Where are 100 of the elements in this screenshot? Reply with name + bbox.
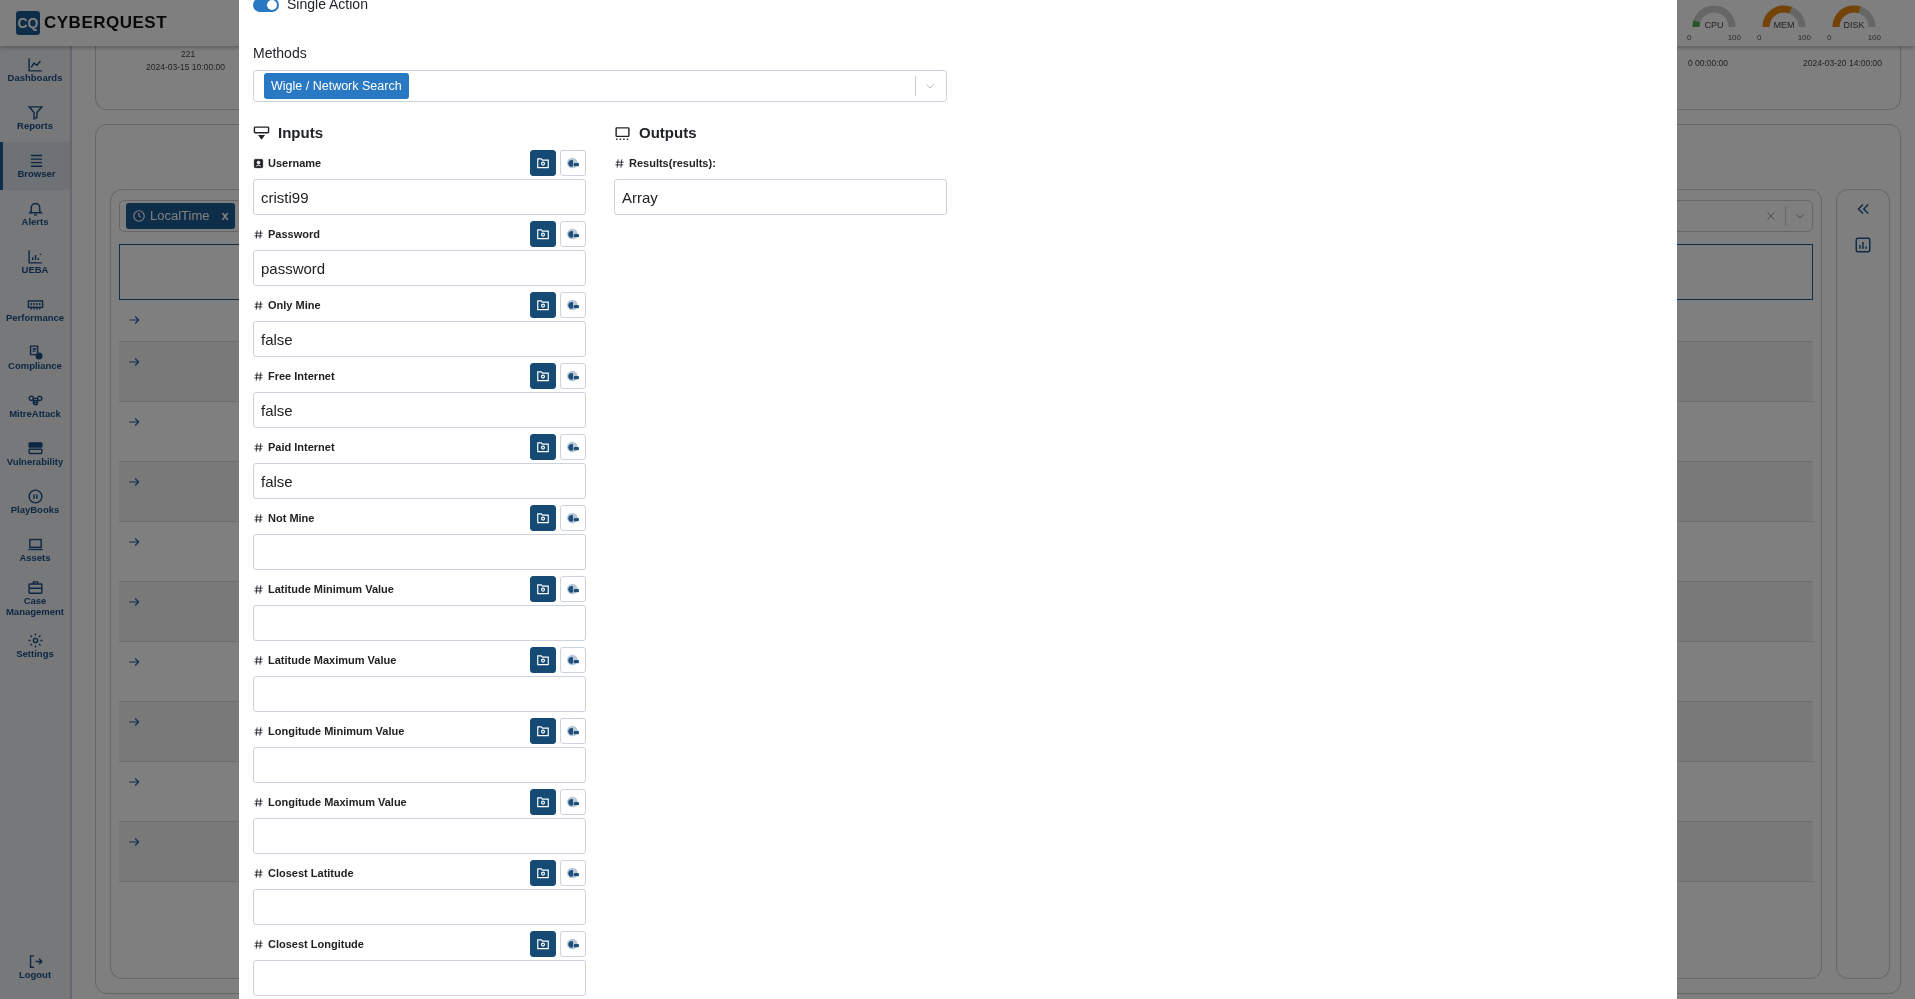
sidebar-item[interactable]: PlayBooks [0, 478, 70, 526]
hash-icon [253, 228, 264, 240]
input-field[interactable] [253, 889, 586, 925]
input-field[interactable] [253, 605, 586, 641]
sidebar-item[interactable]: Case Management [0, 574, 70, 622]
folder-gear-icon [536, 227, 550, 241]
folder-button[interactable] [530, 221, 556, 247]
list-icon [28, 152, 45, 170]
folder-gear-icon [536, 866, 550, 880]
field-label: Latitude Minimum Value [268, 581, 394, 597]
gauge-min: 0 [1687, 31, 1692, 44]
folder-button[interactable] [530, 718, 556, 744]
arrow-right-icon[interactable] [127, 415, 141, 429]
arrow-right-icon[interactable] [127, 655, 141, 669]
field-label: Longitude Minimum Value [268, 723, 405, 739]
chart-button[interactable] [560, 860, 586, 886]
arrow-right-icon[interactable] [127, 535, 141, 549]
hash-icon [614, 157, 625, 169]
arrow-right-icon[interactable] [127, 313, 141, 327]
folder-button[interactable] [530, 789, 556, 815]
arrow-right-icon[interactable] [127, 835, 141, 849]
sidebar-item[interactable]: Performance [0, 286, 70, 334]
hash-icon [253, 867, 264, 879]
arrow-right-icon[interactable] [127, 715, 141, 729]
chart-button[interactable] [560, 292, 586, 318]
section-title: Outputs [639, 122, 697, 143]
monitor-icon [614, 124, 631, 142]
field-label: Closest Latitude [268, 865, 354, 881]
input-field[interactable] [253, 676, 586, 712]
clear-icon [1765, 210, 1777, 222]
sidebar-item[interactable]: Vulnerability [0, 430, 70, 478]
field-label: Longitude Maximum Value [268, 794, 407, 810]
field-label: Free Internet [268, 368, 335, 384]
input-field[interactable]: cristi99 [253, 179, 586, 215]
sidebar-item[interactable]: Browser [0, 142, 70, 190]
sidebar-item[interactable]: Settings [0, 622, 70, 670]
arrow-right-icon[interactable] [127, 355, 141, 369]
remove-tag-button[interactable]: x [221, 206, 229, 226]
keyboard-icon [253, 124, 270, 142]
methods-label: Methods [253, 44, 307, 63]
folder-gear-icon [536, 511, 550, 525]
sidebar-item[interactable]: Assets [0, 526, 70, 574]
logout-item[interactable]: Logout [0, 943, 70, 991]
input-field[interactable]: password [253, 250, 586, 286]
input-field[interactable] [253, 818, 586, 854]
pie-chart-icon [565, 439, 581, 455]
section-title: Inputs [278, 122, 323, 143]
arrow-right-icon[interactable] [127, 775, 141, 789]
chart-button[interactable] [560, 789, 586, 815]
folder-gear-icon [536, 937, 550, 951]
folder-button[interactable] [530, 505, 556, 531]
toggle-switch[interactable] [253, 0, 279, 12]
sidebar-item[interactable]: Compliance [0, 334, 70, 382]
input-field[interactable]: false [253, 392, 586, 428]
folder-gear-icon [536, 582, 550, 596]
hash-icon [253, 938, 264, 950]
logo-mark: CQ [16, 11, 40, 35]
sidebar-item[interactable]: MitreAttack [0, 382, 70, 430]
sidebar-item[interactable]: Reports [0, 94, 70, 142]
folder-button[interactable] [530, 434, 556, 460]
bell-icon [26, 200, 44, 218]
folder-button[interactable] [530, 576, 556, 602]
chart-button[interactable] [560, 576, 586, 602]
sidebar-item[interactable]: UEBA [0, 238, 70, 286]
folder-button[interactable] [530, 647, 556, 673]
arrow-right-icon[interactable] [127, 595, 141, 609]
chart-button[interactable] [560, 221, 586, 247]
input-field[interactable] [253, 747, 586, 783]
pie-chart-icon [565, 297, 581, 313]
input-field[interactable] [253, 534, 586, 570]
folder-button[interactable] [530, 150, 556, 176]
filter-tag[interactable]: LocalTime x [126, 203, 235, 229]
field-label: Paid Internet [268, 439, 335, 455]
arrow-right-icon[interactable] [127, 475, 141, 489]
sidebar-item[interactable]: Dashboards [0, 46, 70, 94]
input-field[interactable]: false [253, 463, 586, 499]
pie-chart-icon [565, 510, 581, 526]
folder-button[interactable] [530, 292, 556, 318]
input-field[interactable]: Array [614, 179, 947, 215]
chart-button[interactable] [560, 718, 586, 744]
chart-button[interactable] [560, 647, 586, 673]
folder-button[interactable] [530, 363, 556, 389]
field-label: Only Mine [268, 297, 321, 313]
chart-button[interactable] [560, 931, 586, 957]
chart-button[interactable] [560, 150, 586, 176]
chart-button[interactable] [560, 434, 586, 460]
input-field[interactable] [253, 960, 586, 996]
gauge-min: 0 [1757, 31, 1762, 44]
chart-button[interactable] [560, 505, 586, 531]
gauge-min: 0 [1827, 31, 1832, 44]
input-field[interactable]: false [253, 321, 586, 357]
chart-icon[interactable] [1854, 236, 1872, 254]
chart-button[interactable] [560, 363, 586, 389]
folder-button[interactable] [530, 931, 556, 957]
hash-icon [253, 370, 264, 382]
hash-icon [253, 441, 264, 453]
sidebar-item[interactable]: Alerts [0, 190, 70, 238]
methods-select[interactable]: Wigle / Network Search [253, 70, 947, 102]
folder-gear-icon [536, 298, 550, 312]
folder-button[interactable] [530, 860, 556, 886]
